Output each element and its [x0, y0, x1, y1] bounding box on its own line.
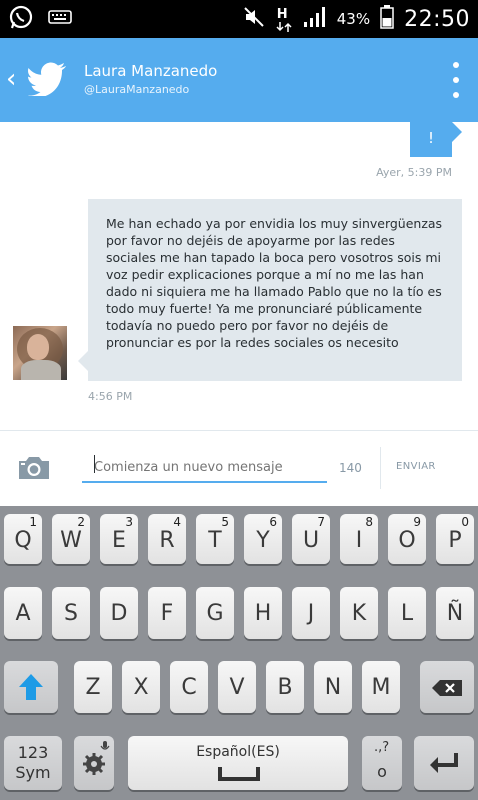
- camera-icon[interactable]: [17, 455, 51, 485]
- key-z[interactable]: Z: [74, 661, 112, 713]
- symbols-key[interactable]: 123 Sym: [4, 736, 62, 790]
- symbols-label-bottom: Sym: [15, 763, 51, 782]
- battery-icon: [380, 5, 394, 33]
- key-a[interactable]: A: [4, 587, 42, 639]
- key-f[interactable]: F: [148, 587, 186, 639]
- whatsapp-icon: [8, 4, 34, 34]
- backspace-key[interactable]: [420, 661, 474, 713]
- compose-bar: 140 ENVIAR: [0, 430, 478, 506]
- space-key[interactable]: Español(ES): [128, 736, 348, 790]
- key-d[interactable]: D: [100, 587, 138, 639]
- backspace-icon: [432, 680, 462, 700]
- enter-key[interactable]: [414, 736, 474, 790]
- conversation-header: ‹ Laura Manzanedo @LauraManzanedo: [0, 38, 478, 122]
- key-w[interactable]: 2W: [52, 514, 90, 564]
- key-r[interactable]: 4R: [148, 514, 186, 564]
- message-input[interactable]: [82, 449, 327, 483]
- contact-name: Laura Manzanedo: [84, 62, 218, 80]
- key-e[interactable]: 3E: [100, 514, 138, 564]
- incoming-message-text: Me han echado ya por envidia los muy sin…: [106, 216, 443, 350]
- keyboard: 1Q 2W 3E 4R 5T 6Y 7U 8I 9O 0P A S D F G …: [0, 506, 478, 800]
- key-q[interactable]: 1Q: [4, 514, 42, 564]
- shift-key[interactable]: [4, 661, 58, 713]
- settings-icon: [82, 752, 106, 780]
- key-t[interactable]: 5T: [196, 514, 234, 564]
- punctuation-main-label: o: [377, 762, 387, 781]
- key-v[interactable]: V: [218, 661, 256, 713]
- outgoing-timestamp: Ayer, 5:39 PM: [376, 166, 452, 179]
- key-s[interactable]: S: [52, 587, 90, 639]
- status-bar: H 43% 22:50: [0, 0, 478, 38]
- key-b[interactable]: B: [266, 661, 304, 713]
- keyboard-icon: [48, 8, 72, 30]
- enter-icon: [428, 751, 460, 779]
- symbols-label-top: 123: [17, 743, 49, 762]
- punctuation-label: .,?: [374, 740, 390, 755]
- overflow-menu-icon[interactable]: [452, 62, 460, 98]
- network-type-icon: H: [275, 5, 293, 33]
- settings-key[interactable]: [74, 736, 114, 790]
- incoming-timestamp: 4:56 PM: [88, 390, 133, 403]
- key-h[interactable]: H: [244, 587, 282, 639]
- outgoing-message[interactable]: !: [410, 122, 462, 157]
- conversation-thread[interactable]: ! Ayer, 5:39 PM Me han echado ya por env…: [0, 122, 478, 430]
- battery-percent: 43%: [336, 10, 371, 28]
- key-n[interactable]: N: [314, 661, 352, 713]
- key-o[interactable]: 9O: [388, 514, 426, 564]
- key-j[interactable]: J: [292, 587, 330, 639]
- text-cursor: [94, 455, 95, 473]
- space-language-label: Español(ES): [196, 744, 280, 760]
- key-k[interactable]: K: [340, 587, 378, 639]
- key-g[interactable]: G: [196, 587, 234, 639]
- network-type-label: H: [276, 7, 288, 22]
- key-m[interactable]: M: [362, 661, 400, 713]
- shift-icon: [18, 673, 44, 705]
- key-l[interactable]: L: [388, 587, 426, 639]
- incoming-message[interactable]: Me han echado ya por envidia los muy sin…: [78, 199, 462, 381]
- key-u[interactable]: 7U: [292, 514, 330, 564]
- twitter-bird-icon: [28, 62, 68, 100]
- key-y[interactable]: 6Y: [244, 514, 282, 564]
- divider: [380, 447, 381, 489]
- punctuation-key[interactable]: .,? o: [362, 736, 402, 790]
- avatar[interactable]: [13, 326, 67, 380]
- signal-icon: [303, 6, 327, 32]
- key-enye[interactable]: Ñ: [436, 587, 474, 639]
- key-p[interactable]: 0P: [436, 514, 474, 564]
- character-count: 140: [339, 461, 362, 475]
- mute-icon: [243, 6, 265, 32]
- contact-handle: @LauraManzanedo: [84, 83, 190, 96]
- key-x[interactable]: X: [122, 661, 160, 713]
- send-button[interactable]: ENVIAR: [396, 461, 436, 472]
- clock: 22:50: [404, 6, 470, 32]
- space-bar-icon: [218, 766, 260, 785]
- back-icon[interactable]: ‹: [6, 66, 16, 92]
- key-i[interactable]: 8I: [340, 514, 378, 564]
- key-c[interactable]: C: [170, 661, 208, 713]
